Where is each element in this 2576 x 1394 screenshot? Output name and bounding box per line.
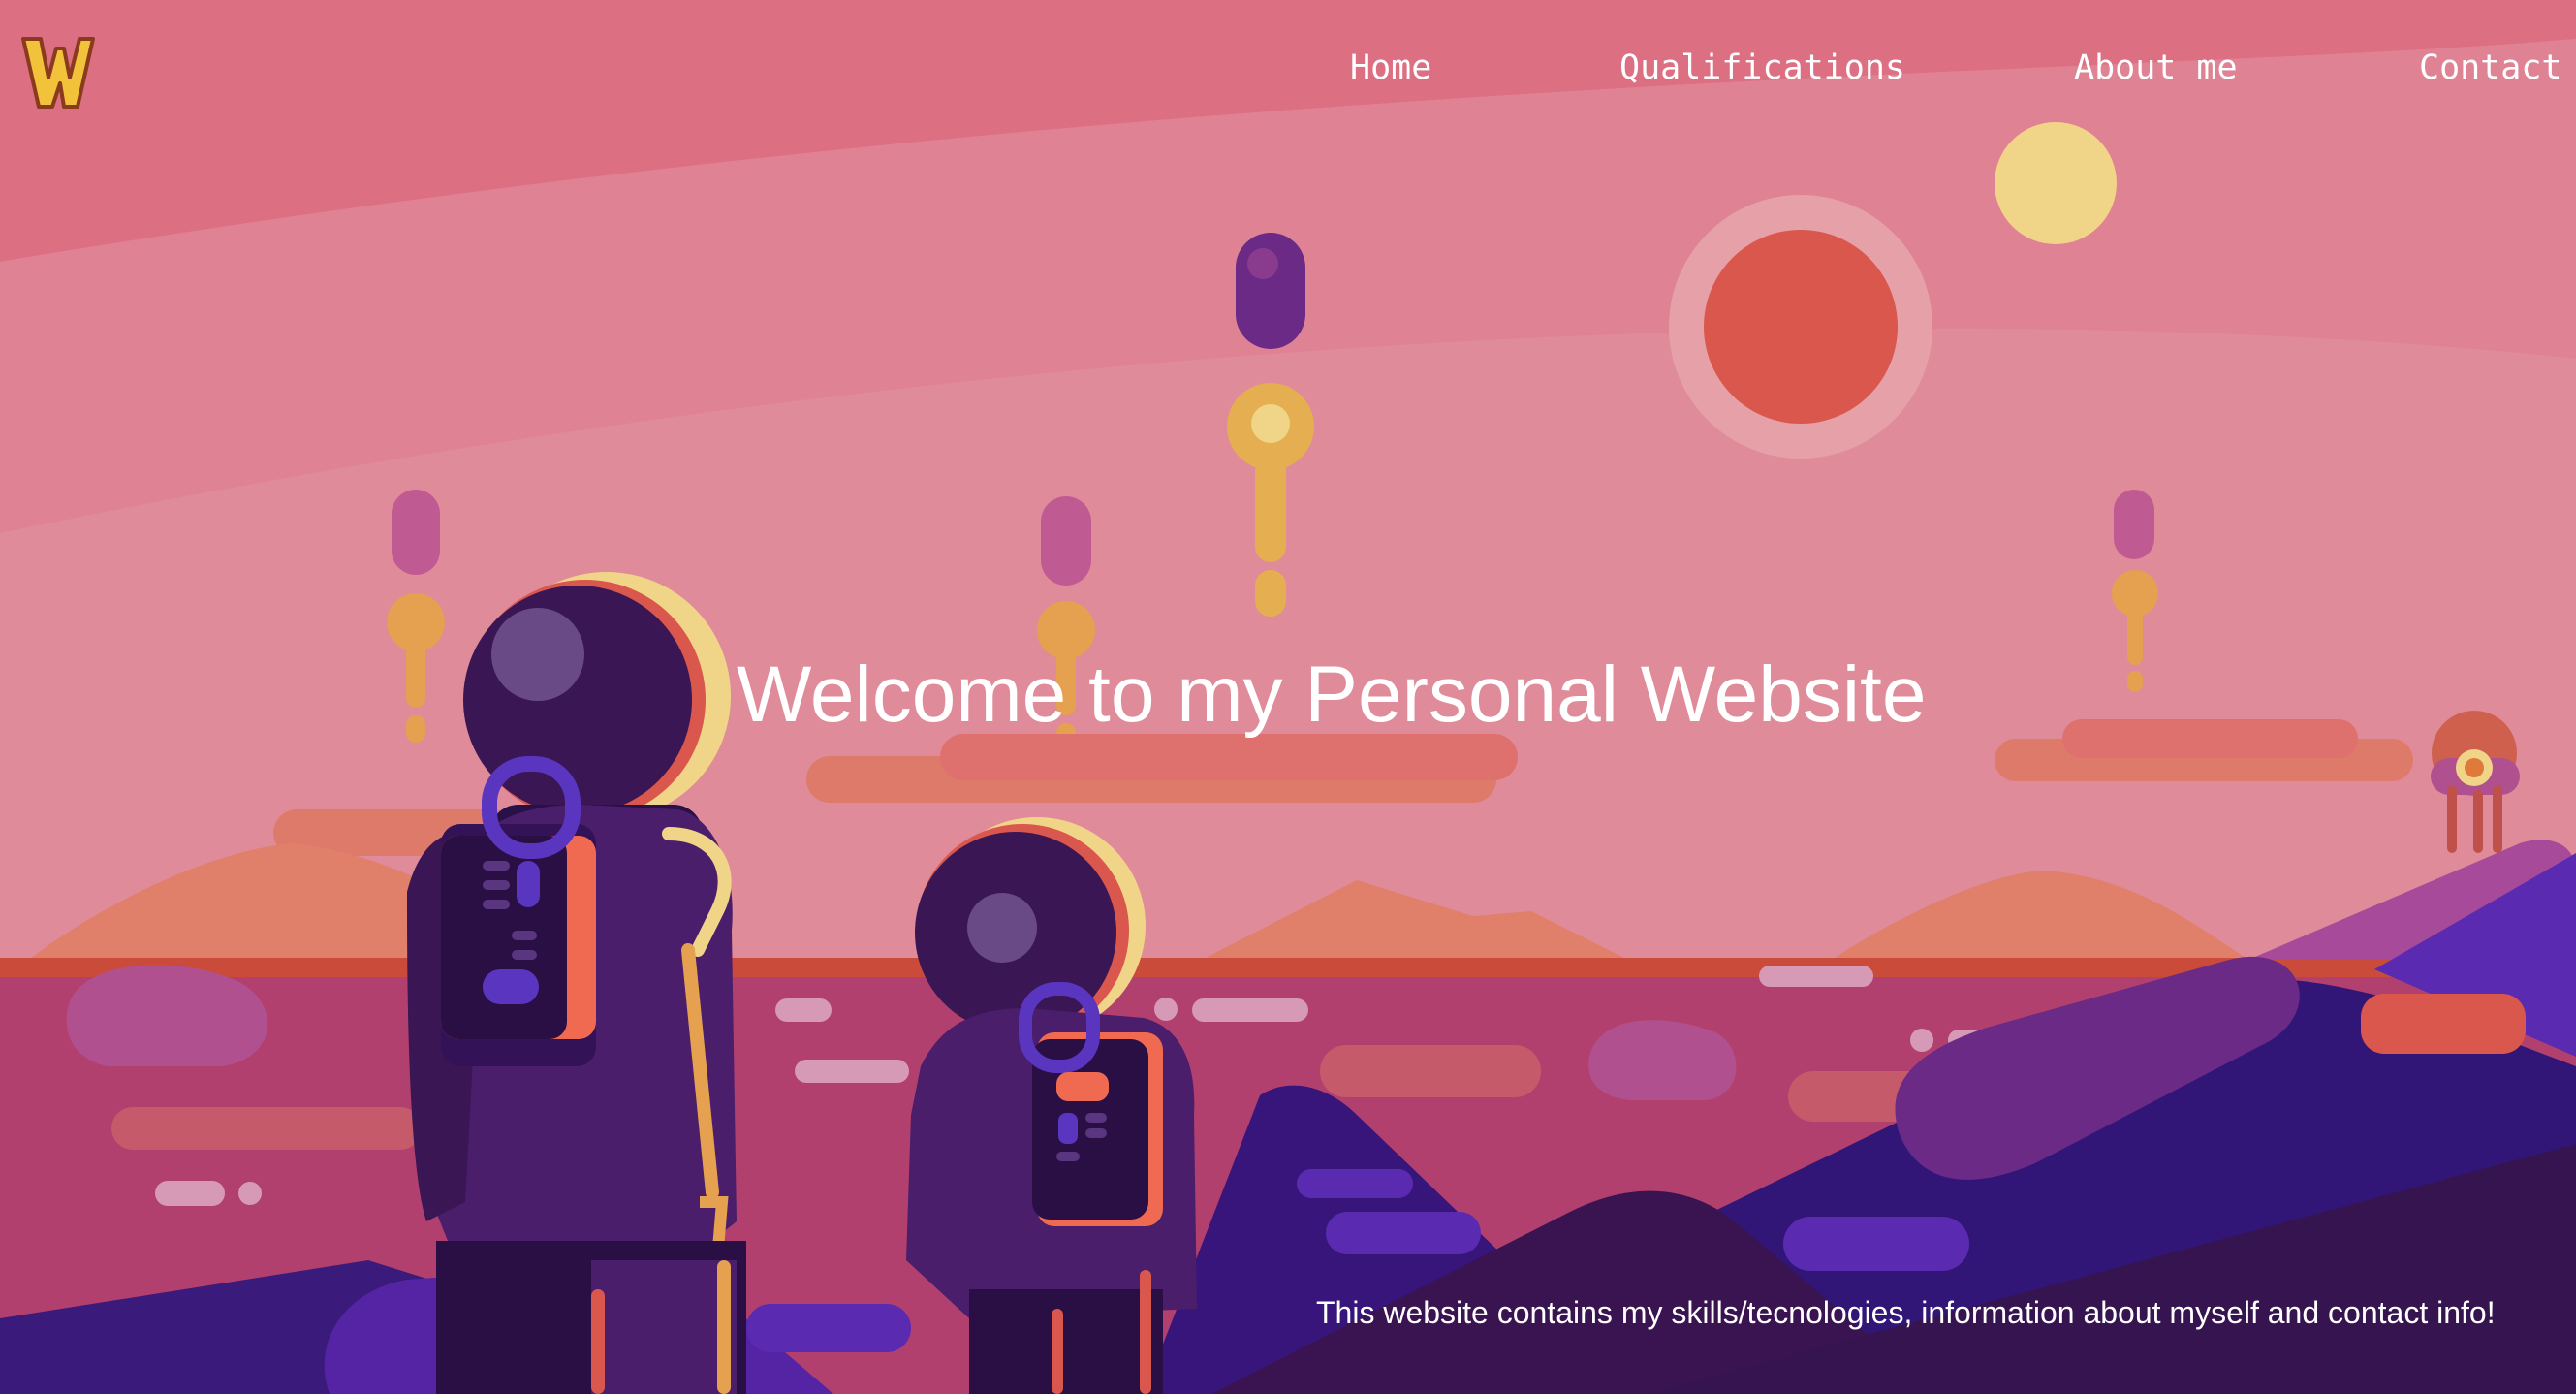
nav-home-link[interactable]: Home [1350,48,1431,87]
ground-streak [155,1181,225,1206]
cloud [2062,719,2358,758]
hero-subtitle: This website contains my skills/tecnolog… [1316,1295,2496,1330]
ground-streak [1192,998,1308,1022]
rock [1588,1020,1737,1100]
nav-about-me-link[interactable]: About me [2074,48,2238,87]
ground-streak [1320,1045,1541,1097]
purple-streak [1326,1212,1481,1254]
ground-streak [111,1107,422,1150]
purple-streak [1297,1169,1413,1198]
purple-streak [746,1304,911,1352]
ground-streak [795,1060,909,1083]
ground-streak [1759,966,1873,987]
ground-dot [1154,998,1178,1021]
hero-title: Welcome to my Personal Website [737,650,1927,739]
nav-contact-link[interactable]: Contact [2419,48,2562,87]
nav-qualifications-link[interactable]: Qualifications [1619,48,1905,87]
ground-dot [238,1182,262,1205]
sun [1704,230,1898,424]
purple-streak [1783,1217,1969,1271]
ground-dot [1910,1029,1933,1052]
ground-streak [775,998,832,1022]
purple-streak [2361,994,2526,1054]
main-navigation: Home Qualifications About me Contact [0,48,2576,97]
moon [1995,122,2117,244]
cloud [940,734,1518,780]
